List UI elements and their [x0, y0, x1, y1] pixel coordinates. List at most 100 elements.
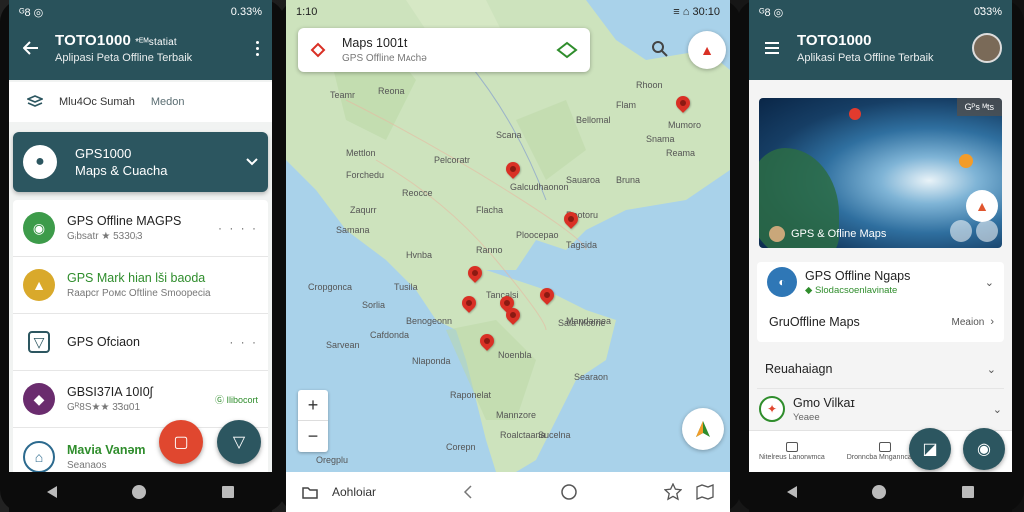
nav-home-icon[interactable] — [872, 485, 887, 499]
list-item-subtitle: Raapcr Poᴍc Oftline Smoopecia — [67, 288, 211, 299]
map-phone: 1:10 ≡ ⌂ 30:10 Maps 1001t GPS Offline Mᴀ… — [279, 0, 741, 512]
bookmark-fab[interactable]: ▢ — [159, 420, 203, 464]
hero-action-button[interactable] — [976, 220, 998, 242]
list-item-value: Meaion — [951, 316, 985, 328]
chevron-down-icon[interactable]: ⌄ — [987, 363, 996, 376]
map-label: Scana — [496, 130, 522, 140]
list-item[interactable]: ◐ GPS Offline Ngaps ◆ Slodacsoenlavinate… — [757, 262, 1004, 302]
zoom-controls: + − — [298, 390, 328, 452]
map-label: Benogeonn — [406, 316, 453, 326]
bottom-bar-label[interactable]: Aohloiar — [332, 485, 376, 499]
back-chevron-icon[interactable] — [463, 485, 473, 499]
map-label: Mumoro — [668, 120, 702, 130]
tab-first[interactable]: Nitelreus Lanorwmca — [759, 442, 825, 461]
status-left: ᴳ8 ◎ — [19, 6, 44, 19]
list-item-title: GBSI37IA 10I0ʃ — [67, 385, 153, 399]
status-left: 1:10 — [296, 6, 318, 18]
nav-recent-icon[interactable] — [222, 486, 235, 498]
star-icon[interactable] — [664, 483, 683, 501]
back-arrow-icon[interactable] — [23, 41, 39, 55]
more-dots-icon[interactable]: · · · — [229, 335, 258, 349]
filter-label-1[interactable]: Mlu4Oc Sumah — [59, 96, 135, 108]
list-item[interactable]: ◉ GPS Offline MAGPS Gᵢbsatr ★ 5330ᵢ3 · ·… — [13, 200, 268, 257]
hero-action-button[interactable] — [950, 220, 972, 242]
folder-icon[interactable] — [302, 485, 318, 499]
map-label: Noenbla — [498, 350, 532, 360]
list-item[interactable]: ◆ GBSI37IA 10I0ʃ Gᴿ8S★★ 3̃3ɑ01 Ⓖ Iliboco… — [13, 371, 268, 428]
map-label: Raponelat — [450, 390, 492, 400]
map-bottom-bar: Aohloiar — [286, 472, 730, 512]
map-label: Sucelna — [538, 430, 571, 440]
filter-bar: Mlu4Oc Sumah Medon — [9, 82, 272, 122]
nav-back-icon[interactable] — [786, 486, 797, 498]
tab-icon — [785, 442, 798, 452]
list-item[interactable]: ✦ Gmo Vilkaɪ Yeaee ⌄ — [749, 389, 1012, 429]
list-item[interactable]: ▲ GPS Mark hian lši baoda Raapcr Poᴍc Of… — [13, 257, 268, 314]
chevron-right-icon[interactable]: › — [990, 316, 994, 328]
featured-subtitle: Maps & Cuacha — [75, 163, 168, 178]
app-subtitle: Aplipasi Peta Offline Terbaik — [55, 52, 193, 64]
filter-label-2[interactable]: Medon — [151, 96, 185, 108]
menu-icon[interactable] — [765, 42, 779, 54]
map-label: Sauaroa — [566, 175, 601, 185]
location-pin-icon — [959, 154, 973, 168]
navigate-fab[interactable]: ▽ — [217, 420, 261, 464]
zoom-in-button[interactable]: + — [298, 390, 328, 421]
map-label: Pelcoratr — [434, 155, 471, 165]
map-label: Teamr — [330, 90, 356, 100]
app-title: TOTO1000 — [797, 32, 872, 49]
navigation-icon[interactable]: ▲ — [966, 190, 998, 222]
list-item[interactable]: ▽ GPS Ofᴄiaon · · · — [13, 314, 268, 371]
locate-button[interactable] — [682, 408, 724, 450]
map-label: Reama — [666, 148, 696, 158]
map-label: Ploocepao — [516, 230, 559, 240]
list-item-title: GPS Ofᴄiaon — [67, 335, 140, 349]
home-icon: ⌂ — [23, 440, 55, 473]
left-screen: ᴳ8 ◎ 0.33% TOTO1000 *ᴱᴹstatiat Aplipasi P… — [9, 0, 272, 512]
list-item-subtitle: Gᵢbsatr ★ 5330ᵢ3 — [67, 231, 143, 242]
nav-recent-icon[interactable] — [962, 486, 975, 498]
featured-title: GPS1000 — [75, 146, 132, 161]
map-label: Reona — [378, 86, 405, 96]
status-bar: ᴳ8 ◎ 0.33% — [9, 0, 272, 24]
list-item-subtitle: Gᴿ8S★★ 3̃3ɑ01 — [67, 402, 141, 413]
featured-card[interactable]: ● GPS1000 Maps & Cuacha — [13, 132, 268, 192]
map-icon[interactable] — [696, 484, 714, 500]
nav-back-icon[interactable] — [46, 486, 57, 498]
overflow-menu-icon[interactable] — [256, 40, 260, 56]
screenshot-stage: ᴳ8 ◎ 0.33% TOTO1000 *ᴱᴹstatiat Aplipasi P… — [0, 0, 1024, 512]
map-search-bar[interactable]: Maps 1001t GPS Offline Mᴀchə — [298, 28, 590, 72]
more-dots-icon[interactable]: · · · · — [218, 221, 258, 235]
map-label: Oregplu — [316, 455, 349, 465]
hero-banner[interactable]: Gᴾs ᴹts ▲ GPS & Ofline Maps — [759, 98, 1002, 248]
map-label: Corepn — [446, 442, 476, 452]
map-label: Forchedu — [346, 170, 385, 180]
tab-icon — [879, 442, 892, 452]
status-left: ᴳ8 ◎ — [759, 6, 784, 19]
nav-home-icon[interactable] — [132, 485, 147, 499]
layers-icon[interactable] — [27, 95, 43, 109]
map-label: Sarvean — [326, 340, 360, 350]
location-fab[interactable]: ◉ — [963, 428, 1005, 470]
list-item[interactable]: GruOffline Maps Meaion › — [757, 302, 1004, 342]
location-pin-icon — [849, 108, 861, 120]
search-icon[interactable] — [651, 40, 669, 58]
zoom-out-button[interactable]: − — [298, 421, 328, 452]
home-circle-icon[interactable] — [560, 484, 577, 500]
map-label: Reocce — [402, 188, 433, 198]
search-title: Maps 1001t — [342, 36, 408, 50]
status-bar: 1:10 ≡ ⌂ 30:10 — [286, 0, 730, 24]
shield-icon: ▽ — [28, 331, 50, 353]
status-right: 0̃33% — [973, 6, 1002, 18]
status-bar: ᴳ8 ◎ 0̃33% — [749, 0, 1012, 24]
chevron-down-icon[interactable]: ⌄ — [993, 403, 1002, 416]
chevron-down-icon[interactable] — [246, 158, 258, 166]
map-label: Nlaponda — [412, 356, 451, 366]
directions-icon[interactable] — [556, 41, 578, 59]
bookmark-fab[interactable]: ◪ — [909, 428, 951, 470]
avatar[interactable] — [972, 33, 1002, 63]
map-app-icon: ◉ — [23, 212, 55, 244]
list-item[interactable]: Reuahaiagn ⌄ — [749, 350, 1012, 388]
compass-button[interactable]: ▲ — [688, 31, 726, 69]
chevron-down-icon[interactable]: ⌄ — [985, 276, 994, 289]
